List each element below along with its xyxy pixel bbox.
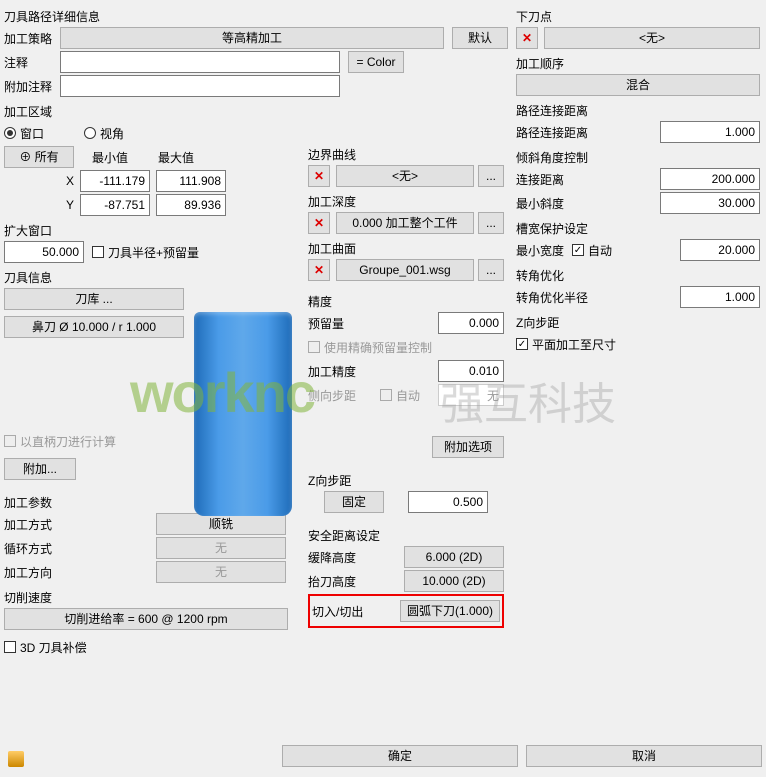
comp-checkbox[interactable]: 3D 刀具补偿	[4, 639, 87, 656]
surface-button[interactable]: Groupe_001.wsg	[336, 259, 474, 281]
zstep-input[interactable]	[408, 491, 488, 513]
surface-more-button[interactable]: ...	[478, 259, 504, 281]
surface-title: 加工曲面	[308, 240, 504, 257]
speed-button[interactable]: 切削进给率 = 600 @ 1200 rpm	[4, 608, 288, 630]
stock-checkbox: 使用精确预留量控制	[308, 339, 432, 356]
safe-title: 安全距离设定	[308, 527, 504, 544]
lift-button[interactable]: 10.000 (2D)	[404, 570, 504, 592]
method-label: 加工方式	[4, 516, 76, 533]
view-radio[interactable]: 视角	[84, 125, 124, 142]
y-max-input[interactable]	[156, 194, 226, 216]
lift-label: 抬刀高度	[308, 573, 380, 590]
dir-button[interactable]: 无	[156, 561, 286, 583]
dir-label: 加工方向	[4, 564, 76, 581]
dist-input[interactable]	[660, 168, 760, 190]
tol-label: 加工精度	[308, 363, 380, 380]
boundary-title: 边界曲线	[308, 146, 504, 163]
slot-title: 槽宽保护设定	[516, 220, 760, 237]
window-radio[interactable]: 窗口	[4, 125, 44, 142]
slow-label: 缓降高度	[308, 549, 380, 566]
cut-button[interactable]: 圆弧下刀(1.000)	[400, 600, 500, 622]
zstep-checkbox[interactable]: 平面加工至尺寸	[516, 336, 616, 353]
order-button[interactable]: 混合	[516, 74, 760, 96]
corner-label: 转角优化半径	[516, 289, 606, 306]
comment-label: 注释	[4, 54, 60, 71]
expand-input[interactable]	[4, 241, 84, 263]
precision-opt-button[interactable]: 附加选项	[432, 436, 504, 458]
x-max-input[interactable]	[156, 170, 226, 192]
depth-more-button[interactable]: ...	[478, 212, 504, 234]
zone-title: 加工区域	[4, 103, 508, 120]
default-button[interactable]: 默认	[452, 27, 508, 49]
stock-label: 预留量	[308, 315, 380, 332]
depth-button[interactable]: 0.000 加工整个工件	[336, 212, 474, 234]
corner-title: 转角优化	[516, 267, 760, 284]
boundary-button[interactable]: <无>	[336, 165, 474, 187]
cancel-button[interactable]: 取消	[526, 745, 762, 767]
ok-button[interactable]: 确定	[282, 745, 518, 767]
loop-button[interactable]: 无	[156, 537, 286, 559]
tool-desc-button[interactable]: 鼻刀 Ø 10.000 / r 1.000	[4, 316, 184, 338]
plunge-button[interactable]: <无>	[544, 27, 760, 49]
title: 刀具路径详细信息	[4, 8, 508, 25]
expand-checkbox[interactable]: 刀具半径+预留量	[92, 244, 199, 261]
boundary-clear-icon[interactable]: ✕	[308, 165, 330, 187]
cut-label: 切入/切出	[312, 603, 384, 620]
tool-lib-button[interactable]: 刀库 ...	[4, 288, 184, 310]
all-button[interactable]: ⊕ 所有	[4, 146, 74, 168]
strategy-button[interactable]: 等高精加工	[60, 27, 444, 49]
method-button[interactable]: 顺铣	[156, 513, 286, 535]
max-header: 最大值	[146, 149, 206, 166]
y-min-input[interactable]	[80, 194, 150, 216]
step-input	[438, 384, 504, 406]
link-input[interactable]	[660, 121, 760, 143]
stock-input[interactable]	[438, 312, 504, 334]
zstep-mode-button[interactable]: 固定	[324, 491, 384, 513]
step-auto-checkbox: 自动	[380, 387, 420, 404]
step-label: 侧向步距	[308, 387, 380, 404]
extra-comment-input[interactable]	[60, 75, 340, 97]
comment-input[interactable]	[60, 51, 340, 73]
incline-title: 倾斜角度控制	[516, 149, 760, 166]
surface-clear-icon[interactable]: ✕	[308, 259, 330, 281]
corner-input[interactable]	[680, 286, 760, 308]
plunge-title: 下刀点	[516, 8, 760, 25]
slope-input[interactable]	[660, 192, 760, 214]
dist-label: 连接距离	[516, 171, 586, 188]
depth-title: 加工深度	[308, 193, 504, 210]
x-label: X	[4, 174, 74, 188]
slot-auto-checkbox[interactable]: 自动	[572, 242, 612, 259]
x-min-input[interactable]	[80, 170, 150, 192]
footer-tool-icon[interactable]	[8, 751, 24, 767]
min-header: 最小值	[80, 149, 140, 166]
slow-button[interactable]: 6.000 (2D)	[404, 546, 504, 568]
right-zstep-title: Z向步距	[516, 314, 760, 331]
slot-label: 最小宽度	[516, 242, 572, 259]
order-title: 加工顺序	[516, 55, 760, 72]
plunge-clear-icon[interactable]: ✕	[516, 27, 538, 49]
boundary-more-button[interactable]: ...	[478, 165, 504, 187]
link-title: 路径连接距离	[516, 102, 760, 119]
y-label: Y	[4, 198, 74, 212]
extra-comment-label: 附加注释	[4, 78, 60, 95]
mid-zstep-title: Z向步距	[308, 472, 504, 489]
slope-label: 最小斜度	[516, 195, 586, 212]
loop-label: 循环方式	[4, 540, 76, 557]
color-button[interactable]: = Color	[348, 51, 404, 73]
slot-input[interactable]	[680, 239, 760, 261]
attach-button[interactable]: 附加...	[4, 458, 76, 480]
calc-checkbox[interactable]: 以直柄刀进行计算	[4, 433, 116, 450]
depth-clear-icon[interactable]: ✕	[308, 212, 330, 234]
tool-preview	[194, 312, 292, 516]
tol-input[interactable]	[438, 360, 504, 382]
strategy-label: 加工策略	[4, 30, 60, 47]
link-label: 路径连接距离	[516, 124, 606, 141]
precision-title: 精度	[308, 293, 504, 310]
